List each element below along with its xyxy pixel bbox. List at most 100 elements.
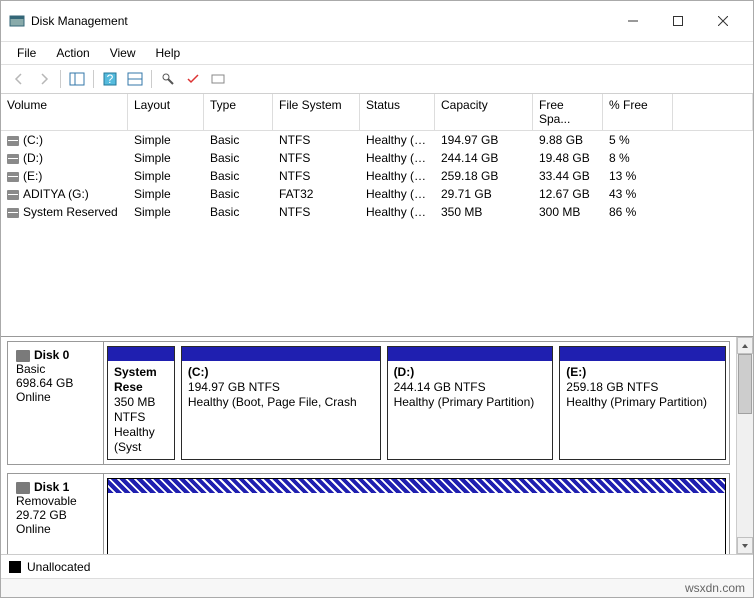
tool-button[interactable] xyxy=(156,68,180,90)
volume-pct: 13 % xyxy=(603,168,673,184)
volume-free: 300 MB xyxy=(533,204,603,220)
menu-file[interactable]: File xyxy=(7,44,46,62)
menu-view[interactable]: View xyxy=(100,44,146,62)
volume-type: Basic xyxy=(204,204,273,220)
disk-scroll-area[interactable]: Disk 0Basic698.64 GBOnlineSystem Rese350… xyxy=(1,337,736,554)
partition-status: Healthy (Primary Partition) xyxy=(566,395,719,410)
partition-color-bar xyxy=(388,347,553,361)
col-capacity[interactable]: Capacity xyxy=(435,94,533,130)
volume-layout: Simple xyxy=(128,186,204,202)
disk-graphical-pane: Disk 0Basic698.64 GBOnlineSystem Rese350… xyxy=(1,337,753,554)
disk-kind: Removable xyxy=(16,494,95,508)
volume-layout: Simple xyxy=(128,204,204,220)
footer-text: wsxdn.com xyxy=(685,581,745,595)
disk-size: 698.64 GB xyxy=(16,376,95,390)
disk-partitions: System Rese350 MB NTFSHealthy (Syst(C:)1… xyxy=(104,342,729,464)
volume-status: Healthy (P... xyxy=(360,168,435,184)
partition[interactable]: (C:)194.97 GB NTFSHealthy (Boot, Page Fi… xyxy=(181,346,381,460)
disk-label[interactable]: Disk 0Basic698.64 GBOnline xyxy=(8,342,104,464)
disk-label[interactable]: Disk 1Removable29.72 GBOnline xyxy=(8,474,104,554)
volume-capacity: 244.14 GB xyxy=(435,150,533,166)
volume-status: Healthy (S... xyxy=(360,204,435,220)
col-status[interactable]: Status xyxy=(360,94,435,130)
volume-type: Basic xyxy=(204,168,273,184)
col-freespace[interactable]: Free Spa... xyxy=(533,94,603,130)
partition-size: 194.97 GB NTFS xyxy=(188,380,374,395)
toolbar: ? xyxy=(1,65,753,94)
partition-size: 244.14 GB NTFS xyxy=(394,380,547,395)
volume-free: 33.44 GB xyxy=(533,168,603,184)
disk-name: Disk 1 xyxy=(34,480,69,494)
svg-text:?: ? xyxy=(107,72,114,86)
volume-type: Basic xyxy=(204,186,273,202)
partition-color-bar xyxy=(182,347,380,361)
maximize-button[interactable] xyxy=(655,7,700,35)
partition-size: 259.18 GB NTFS xyxy=(566,380,719,395)
back-button xyxy=(7,68,31,90)
volume-status: Healthy (B... xyxy=(360,132,435,148)
volume-type: Basic xyxy=(204,150,273,166)
settings-button[interactable] xyxy=(123,68,147,90)
partition-color-bar xyxy=(108,347,174,361)
vertical-scrollbar[interactable] xyxy=(736,337,753,554)
legend-swatch-unallocated xyxy=(9,561,21,573)
col-type[interactable]: Type xyxy=(204,94,273,130)
volume-capacity: 29.71 GB xyxy=(435,186,533,202)
show-hide-console-tree-button[interactable] xyxy=(65,68,89,90)
volume-capacity: 350 MB xyxy=(435,204,533,220)
toolbar-separator xyxy=(93,70,94,88)
volume-list-pane: Volume Layout Type File System Status Ca… xyxy=(1,94,753,337)
help-button[interactable]: ? xyxy=(98,68,122,90)
partition-title: System Rese xyxy=(114,365,168,395)
partition-status: Healthy (Boot, Page File, Crash xyxy=(188,395,374,410)
partition-color-bar xyxy=(108,479,725,493)
menu-action[interactable]: Action xyxy=(46,44,99,62)
scroll-down-button[interactable] xyxy=(737,537,753,554)
tool-button[interactable] xyxy=(181,68,205,90)
app-icon xyxy=(9,13,25,29)
window-title: Disk Management xyxy=(31,14,610,28)
partition[interactable]: (E:)259.18 GB NTFSHealthy (Primary Parti… xyxy=(559,346,726,460)
partition[interactable]: System Rese350 MB NTFSHealthy (Syst xyxy=(107,346,175,460)
tool-button[interactable] xyxy=(206,68,230,90)
col-volume[interactable]: Volume xyxy=(1,94,128,130)
volume-free: 12.67 GB xyxy=(533,186,603,202)
volume-fs: FAT32 xyxy=(273,186,360,202)
volume-fs: NTFS xyxy=(273,168,360,184)
drive-icon xyxy=(7,172,19,182)
forward-button xyxy=(32,68,56,90)
partition[interactable]: (D:)244.14 GB NTFSHealthy (Primary Parti… xyxy=(387,346,554,460)
disk-name: Disk 0 xyxy=(34,348,69,362)
partition-status: Healthy (Primary Partition) xyxy=(394,395,547,410)
col-filesystem[interactable]: File System xyxy=(273,94,360,130)
menu-help[interactable]: Help xyxy=(146,44,191,62)
legend-label-unallocated: Unallocated xyxy=(27,560,90,574)
disk-row: Disk 0Basic698.64 GBOnlineSystem Rese350… xyxy=(7,341,730,465)
volume-free: 19.48 GB xyxy=(533,150,603,166)
volume-list-body[interactable]: (C:)SimpleBasicNTFSHealthy (B...194.97 G… xyxy=(1,131,753,336)
volume-fs: NTFS xyxy=(273,204,360,220)
volume-name: (C:) xyxy=(23,133,43,147)
partition-status: Healthy (Syst xyxy=(114,425,168,455)
volume-status: Healthy (P... xyxy=(360,186,435,202)
partition[interactable] xyxy=(107,478,726,554)
volume-row[interactable]: (C:)SimpleBasicNTFSHealthy (B...194.97 G… xyxy=(1,131,753,149)
scroll-track[interactable] xyxy=(737,354,753,537)
volume-row[interactable]: (D:)SimpleBasicNTFSHealthy (P...244.14 G… xyxy=(1,149,753,167)
volume-pct: 8 % xyxy=(603,150,673,166)
volume-row[interactable]: (E:)SimpleBasicNTFSHealthy (P...259.18 G… xyxy=(1,167,753,185)
volume-row[interactable]: System ReservedSimpleBasicNTFSHealthy (S… xyxy=(1,203,753,221)
scroll-thumb[interactable] xyxy=(738,354,752,414)
close-button[interactable] xyxy=(700,7,745,35)
volume-layout: Simple xyxy=(128,168,204,184)
volume-layout: Simple xyxy=(128,150,204,166)
col-pctfree[interactable]: % Free xyxy=(603,94,673,130)
drive-icon xyxy=(7,154,19,164)
volume-status: Healthy (P... xyxy=(360,150,435,166)
minimize-button[interactable] xyxy=(610,7,655,35)
volume-row[interactable]: ADITYA (G:)SimpleBasicFAT32Healthy (P...… xyxy=(1,185,753,203)
disk-state: Online xyxy=(16,390,95,404)
footer: wsxdn.com xyxy=(1,578,753,597)
col-layout[interactable]: Layout xyxy=(128,94,204,130)
scroll-up-button[interactable] xyxy=(737,337,753,354)
